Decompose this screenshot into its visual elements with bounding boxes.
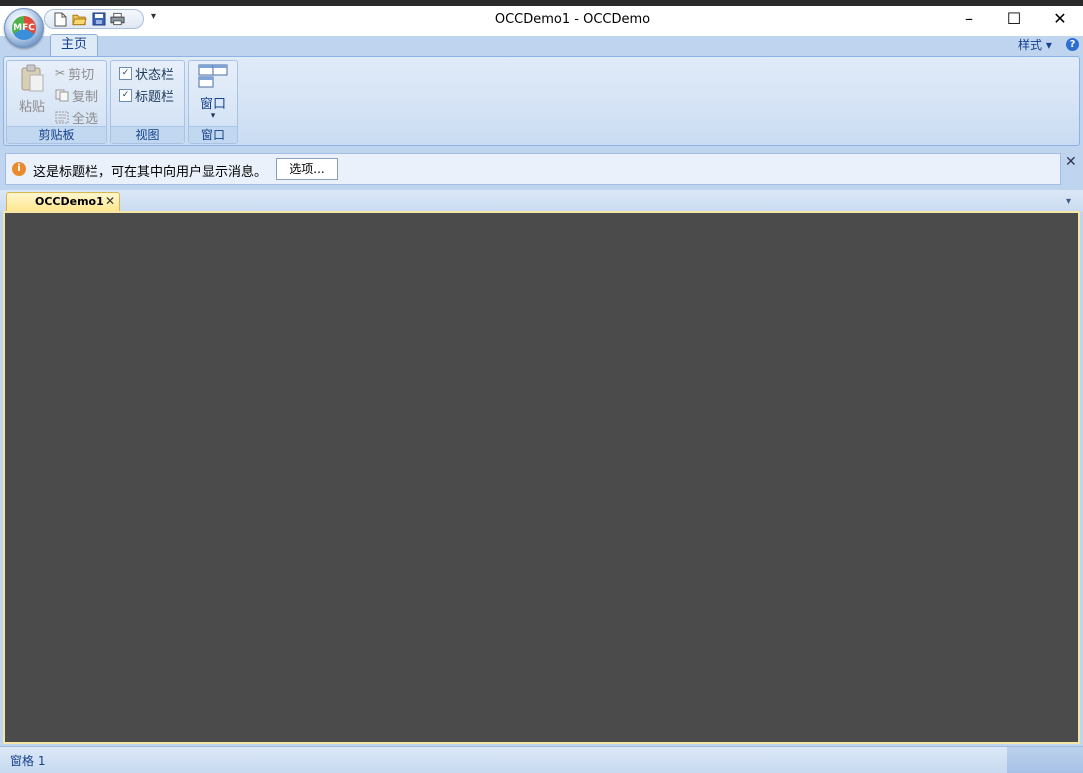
title-bar: OCCDemo1 - OCCDemo – ☐ ✕: [0, 6, 1083, 36]
select-all-button[interactable]: 全选: [55, 108, 99, 127]
clipboard-group: 粘贴 ✂ 剪切 复制 全选 剪贴板: [6, 60, 107, 144]
info-icon: i: [12, 162, 26, 176]
caption-bar-label: 标题栏: [135, 89, 175, 105]
status-bar: 窗格 1: [0, 746, 1083, 773]
close-button[interactable]: ✕: [1037, 6, 1083, 36]
document-tab-close-icon[interactable]: ✕: [105, 194, 115, 208]
document-tabs-menu-icon[interactable]: ▾: [1066, 196, 1071, 207]
status-bar-toggle[interactable]: ✓ 状态栏: [119, 64, 175, 83]
document-tab-occdemo1[interactable]: OCCDemo1 ✕: [6, 192, 120, 212]
clipboard-group-caption: 剪贴板: [7, 126, 106, 143]
caption-bar-toggle[interactable]: ✓ 标题栏: [119, 86, 175, 105]
cut-label: 剪切: [68, 67, 95, 83]
copy-icon: [55, 89, 69, 101]
open-folder-icon[interactable]: [72, 12, 87, 27]
print-icon[interactable]: [110, 12, 125, 27]
status-bar-checkbox[interactable]: ✓: [119, 66, 132, 80]
quick-access-toolbar: [44, 9, 144, 29]
window-group-caption: 窗口: [189, 126, 237, 143]
ribbon-panel: 粘贴 ✂ 剪切 复制 全选 剪贴板 ✓ 状态栏 ✓ 标题栏 视图 窗口 ▾ 窗口: [3, 56, 1080, 146]
copy-button[interactable]: 复制: [55, 86, 99, 105]
message-bar: i 这是标题栏，可在其中向用户显示消息。 选项...: [5, 153, 1061, 185]
resize-grip[interactable]: [1007, 747, 1083, 773]
status-pane-1: 窗格 1: [10, 754, 46, 768]
style-menu[interactable]: 样式 ▾: [1018, 36, 1052, 53]
minimize-button[interactable]: –: [946, 6, 992, 36]
window-button[interactable]: 窗口 ▾: [193, 64, 233, 121]
mfc-logo-icon: MFC: [12, 16, 36, 40]
document-tab-label: OCCDemo1: [35, 195, 104, 208]
windows-tile-icon: [198, 64, 228, 88]
window-title: OCCDemo1 - OCCDemo: [494, 12, 651, 27]
paste-button[interactable]: 粘贴: [13, 64, 51, 115]
select-all-icon: [55, 111, 69, 123]
view-group: ✓ 状态栏 ✓ 标题栏 视图: [110, 60, 185, 144]
select-all-label: 全选: [72, 111, 99, 127]
save-disk-icon[interactable]: [91, 12, 106, 27]
paste-icon: [21, 64, 44, 92]
maximize-button[interactable]: ☐: [991, 6, 1037, 36]
customize-quick-access-icon[interactable]: ▾: [151, 11, 156, 22]
document-tab-bar: [0, 190, 1083, 212]
caption-bar-checkbox[interactable]: ✓: [119, 88, 132, 102]
copy-label: 复制: [72, 89, 99, 105]
options-button[interactable]: 选项...: [276, 158, 338, 180]
message-text: 这是标题栏，可在其中向用户显示消息。: [33, 165, 268, 180]
view-group-caption: 视图: [111, 126, 184, 143]
tab-home[interactable]: 主页: [50, 34, 98, 56]
help-icon[interactable]: ?: [1066, 38, 1079, 51]
scissors-icon: ✂: [55, 66, 66, 80]
ribbon-tab-bar: [0, 36, 1083, 56]
window-button-label: 窗口: [199, 97, 226, 112]
message-bar-close-icon[interactable]: ✕: [1065, 154, 1077, 170]
status-bar-label: 状态栏: [135, 67, 175, 83]
paste-label: 粘贴: [18, 100, 45, 115]
new-file-icon[interactable]: [53, 12, 68, 27]
window-dropdown-icon: ▾: [210, 111, 216, 121]
window-group: 窗口 ▾ 窗口: [188, 60, 238, 144]
cut-button[interactable]: ✂ 剪切: [55, 64, 95, 83]
application-button[interactable]: MFC: [4, 8, 44, 48]
occ-3d-viewport[interactable]: [3, 211, 1080, 744]
